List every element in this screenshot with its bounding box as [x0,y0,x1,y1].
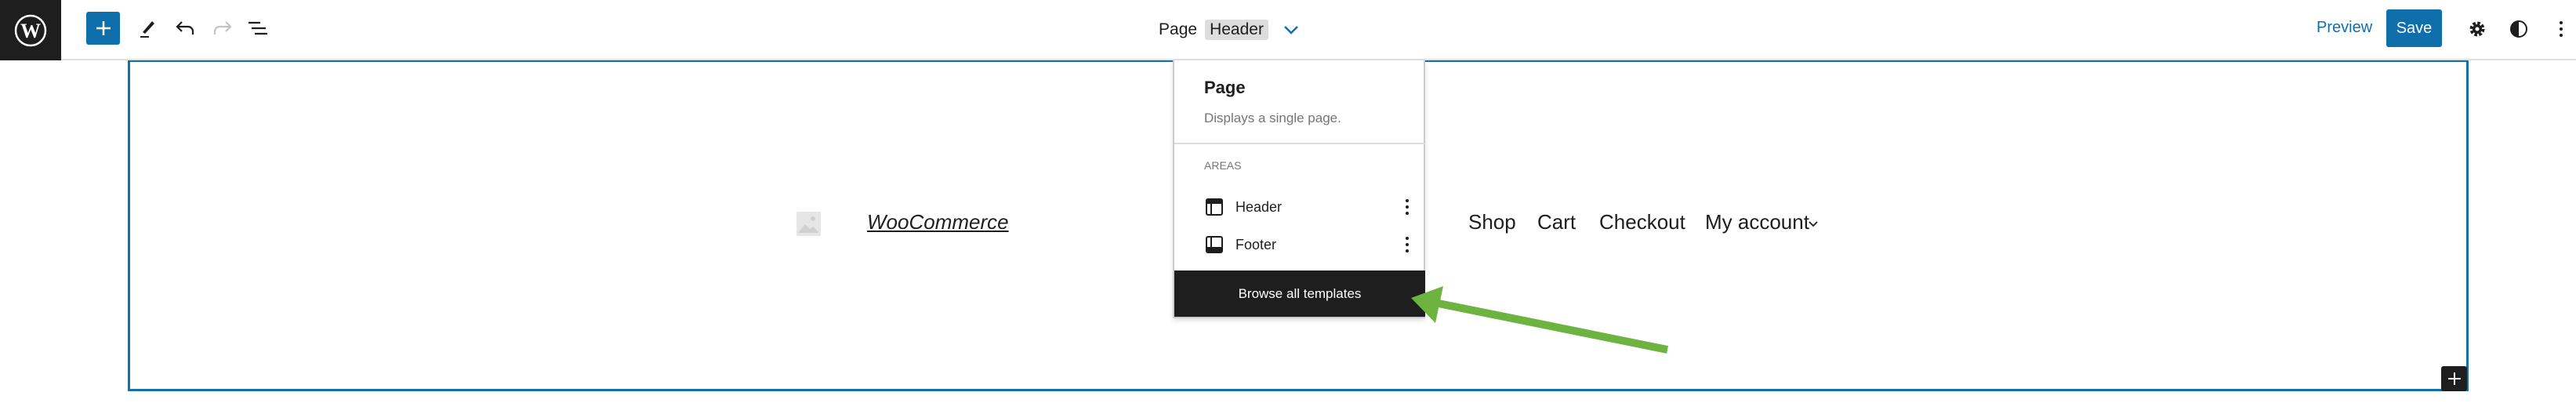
redo-icon [213,21,232,34]
document-part-badge: Header [1205,20,1268,40]
area-item-header[interactable]: Header [1190,194,1410,220]
redo-button[interactable] [210,16,235,41]
nav-item-checkout[interactable]: Checkout [1599,210,1685,234]
options-button[interactable] [2549,16,2573,42]
footer-layout-icon [1206,236,1223,253]
svg-text:W: W [20,20,41,42]
image-icon [798,216,819,233]
popover-description: Displays a single page. [1204,111,1341,125]
wordpress-logo-button[interactable]: W [0,0,61,60]
browse-all-templates-button[interactable]: Browse all templates [1174,270,1425,317]
area-label: Footer [1235,236,1277,252]
more-vertical-icon[interactable] [1405,236,1410,253]
save-button[interactable]: Save [2386,9,2442,47]
plus-icon [96,21,111,35]
nav-item-shop[interactable]: Shop [1468,210,1516,234]
undo-button[interactable] [172,16,198,41]
area-item-footer[interactable]: Footer [1190,231,1410,258]
divider [1174,143,1425,144]
document-type: Page [1159,20,1198,38]
more-vertical-icon[interactable] [1405,198,1410,216]
gear-icon [2469,21,2485,37]
undo-icon [176,21,194,34]
document-bar[interactable]: Page Header [1159,17,1300,42]
styles-button[interactable] [2505,16,2532,42]
header-layout-icon [1206,198,1223,216]
nav-item-cart[interactable]: Cart [1537,210,1576,234]
site-logo-placeholder[interactable] [796,212,821,236]
more-vertical-icon [2560,21,2563,37]
preview-button[interactable]: Preview [2317,19,2372,37]
chevron-down-icon [1809,221,1818,227]
add-block-inline-button[interactable] [2441,366,2467,391]
add-block-button[interactable] [86,12,120,45]
pencil-icon [140,21,154,38]
plus-icon [2447,372,2461,385]
contrast-icon [2510,20,2527,38]
popover-title: Page [1204,78,1246,97]
area-label: Header [1235,198,1283,215]
wordpress-icon: W [14,14,47,46]
chevron-down-icon[interactable] [1283,24,1300,35]
site-title[interactable]: WooCommerce [867,210,1009,234]
settings-button[interactable] [2464,16,2491,42]
document-overview-button[interactable] [246,16,271,41]
list-view-icon [249,21,267,35]
document-popover: Page Displays a single page. AREAS Heade… [1173,60,1425,318]
tools-button[interactable] [135,16,160,41]
nav-item-my-account[interactable]: My account [1705,210,1809,234]
areas-label: AREAS [1204,159,1242,172]
